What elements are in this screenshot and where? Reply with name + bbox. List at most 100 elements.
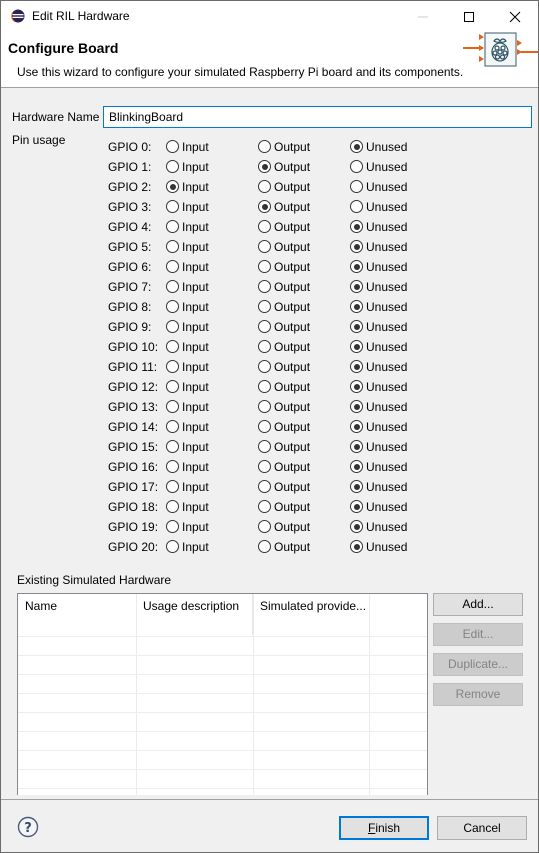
gpio-input-radio[interactable]: Input — [166, 159, 209, 174]
radio-button[interactable] — [350, 320, 363, 333]
gpio-input-radio[interactable]: Input — [166, 419, 209, 434]
existing-hardware-table[interactable]: Name Usage description Simulated provide… — [17, 593, 428, 795]
gpio-input-radio[interactable]: Input — [166, 219, 209, 234]
gpio-input-radio[interactable]: Input — [166, 279, 209, 294]
gpio-unused-radio[interactable]: Unused — [350, 319, 407, 334]
radio-button[interactable] — [258, 320, 271, 333]
gpio-output-radio[interactable]: Output — [258, 399, 310, 414]
radio-button[interactable] — [166, 360, 179, 373]
column-header-provider[interactable]: Simulated provide... — [253, 594, 370, 635]
radio-button[interactable] — [350, 460, 363, 473]
gpio-unused-radio[interactable]: Unused — [350, 259, 407, 274]
radio-button[interactable] — [258, 500, 271, 513]
gpio-output-radio[interactable]: Output — [258, 339, 310, 354]
radio-button[interactable] — [258, 260, 271, 273]
gpio-output-radio[interactable]: Output — [258, 519, 310, 534]
gpio-unused-radio[interactable]: Unused — [350, 379, 407, 394]
gpio-output-radio[interactable]: Output — [258, 259, 310, 274]
close-button[interactable] — [492, 1, 538, 32]
radio-button[interactable] — [258, 440, 271, 453]
gpio-input-radio[interactable]: Input — [166, 459, 209, 474]
radio-button[interactable] — [166, 460, 179, 473]
gpio-unused-radio[interactable]: Unused — [350, 339, 407, 354]
radio-button[interactable] — [258, 460, 271, 473]
gpio-input-radio[interactable]: Input — [166, 519, 209, 534]
radio-button[interactable] — [166, 200, 179, 213]
radio-button[interactable] — [258, 220, 271, 233]
gpio-output-radio[interactable]: Output — [258, 539, 310, 554]
add-button[interactable]: Add... — [433, 593, 523, 616]
gpio-output-radio[interactable]: Output — [258, 279, 310, 294]
gpio-output-radio[interactable]: Output — [258, 479, 310, 494]
radio-button[interactable] — [166, 320, 179, 333]
radio-button[interactable] — [258, 380, 271, 393]
radio-button[interactable] — [166, 240, 179, 253]
gpio-output-radio[interactable]: Output — [258, 439, 310, 454]
gpio-input-radio[interactable]: Input — [166, 139, 209, 154]
gpio-input-radio[interactable]: Input — [166, 379, 209, 394]
gpio-input-radio[interactable]: Input — [166, 199, 209, 214]
gpio-input-radio[interactable]: Input — [166, 319, 209, 334]
radio-button[interactable] — [350, 200, 363, 213]
column-header-usage[interactable]: Usage description — [136, 594, 253, 635]
duplicate-button[interactable]: Duplicate... — [433, 653, 523, 676]
gpio-unused-radio[interactable]: Unused — [350, 399, 407, 414]
radio-button[interactable] — [258, 200, 271, 213]
radio-button[interactable] — [166, 180, 179, 193]
gpio-output-radio[interactable]: Output — [258, 199, 310, 214]
column-header-name[interactable]: Name — [18, 594, 137, 635]
gpio-output-radio[interactable]: Output — [258, 419, 310, 434]
radio-button[interactable] — [350, 500, 363, 513]
gpio-output-radio[interactable]: Output — [258, 179, 310, 194]
gpio-input-radio[interactable]: Input — [166, 499, 209, 514]
gpio-input-radio[interactable]: Input — [166, 359, 209, 374]
radio-button[interactable] — [166, 480, 179, 493]
edit-button[interactable]: Edit... — [433, 623, 523, 646]
radio-button[interactable] — [258, 540, 271, 553]
gpio-unused-radio[interactable]: Unused — [350, 479, 407, 494]
radio-button[interactable] — [258, 160, 271, 173]
radio-button[interactable] — [166, 140, 179, 153]
gpio-output-radio[interactable]: Output — [258, 239, 310, 254]
gpio-unused-radio[interactable]: Unused — [350, 239, 407, 254]
gpio-unused-radio[interactable]: Unused — [350, 499, 407, 514]
radio-button[interactable] — [258, 140, 271, 153]
gpio-unused-radio[interactable]: Unused — [350, 279, 407, 294]
radio-button[interactable] — [350, 220, 363, 233]
radio-button[interactable] — [350, 380, 363, 393]
radio-button[interactable] — [350, 520, 363, 533]
gpio-input-radio[interactable]: Input — [166, 439, 209, 454]
gpio-input-radio[interactable]: Input — [166, 539, 209, 554]
gpio-input-radio[interactable]: Input — [166, 479, 209, 494]
gpio-output-radio[interactable]: Output — [258, 159, 310, 174]
gpio-unused-radio[interactable]: Unused — [350, 299, 407, 314]
radio-button[interactable] — [166, 340, 179, 353]
radio-button[interactable] — [350, 140, 363, 153]
gpio-output-radio[interactable]: Output — [258, 359, 310, 374]
gpio-unused-radio[interactable]: Unused — [350, 519, 407, 534]
gpio-unused-radio[interactable]: Unused — [350, 459, 407, 474]
radio-button[interactable] — [350, 440, 363, 453]
minimize-button[interactable] — [400, 1, 446, 32]
radio-button[interactable] — [166, 440, 179, 453]
radio-button[interactable] — [350, 240, 363, 253]
radio-button[interactable] — [166, 300, 179, 313]
gpio-unused-radio[interactable]: Unused — [350, 439, 407, 454]
gpio-output-radio[interactable]: Output — [258, 459, 310, 474]
radio-button[interactable] — [258, 280, 271, 293]
radio-button[interactable] — [350, 420, 363, 433]
radio-button[interactable] — [166, 420, 179, 433]
gpio-output-radio[interactable]: Output — [258, 319, 310, 334]
maximize-button[interactable] — [446, 1, 492, 32]
radio-button[interactable] — [350, 340, 363, 353]
gpio-output-radio[interactable]: Output — [258, 219, 310, 234]
gpio-unused-radio[interactable]: Unused — [350, 219, 407, 234]
cancel-button[interactable]: Cancel — [437, 816, 527, 840]
radio-button[interactable] — [350, 160, 363, 173]
radio-button[interactable] — [258, 520, 271, 533]
radio-button[interactable] — [258, 240, 271, 253]
radio-button[interactable] — [258, 420, 271, 433]
help-icon[interactable]: ? — [17, 816, 39, 838]
gpio-output-radio[interactable]: Output — [258, 299, 310, 314]
radio-button[interactable] — [350, 260, 363, 273]
